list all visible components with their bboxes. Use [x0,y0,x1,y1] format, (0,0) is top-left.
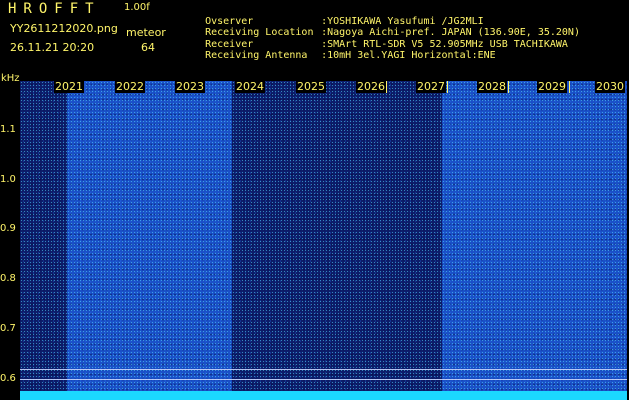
minute-label: 2021 [54,80,84,93]
minute-separator [447,81,448,93]
y-tick: 1.1 [0,124,16,135]
minute-label: 2022 [115,80,145,93]
y-tick: 1.0 [0,174,16,185]
minute-label: 2030 [595,80,625,93]
antenna-label: Receiving Antenna [205,50,308,61]
reference-line [20,369,627,370]
y-tick: 0.6 [0,373,16,384]
noise-band [20,81,67,400]
minute-label: 2027 [416,80,446,93]
signal-baseline [20,391,627,400]
datetime-label: 26.11.21 20:20 [10,41,95,54]
spectrogram-plot [20,81,627,400]
minute-label: 2024 [235,80,265,93]
frequency-unit-label: kHz [1,73,20,84]
filename-label: YY2611212020.png [10,22,118,35]
minute-label: 2028 [477,80,507,93]
reference-line [20,379,627,380]
meteor-count: 64 [141,41,155,54]
app-title: HROFFT [8,1,101,17]
noise-band [611,81,627,400]
noise-band [442,81,611,400]
antenna-value: :10mH 3el.YAGI Horizontal:ENE [321,50,496,61]
minute-separator [386,81,387,93]
minute-label: 2023 [175,80,205,93]
y-tick: 0.9 [0,223,16,234]
y-tick: 0.7 [0,323,16,334]
minute-separator [508,81,509,93]
minute-label: 2029 [537,80,567,93]
noise-band [232,81,442,400]
minute-separator [569,81,570,93]
antenna-row: Receiving Antenna :10mH 3el.YAGI Horizont… [181,41,496,71]
noise-band [67,81,232,400]
version-label: 1.00f [124,2,150,13]
meteor-label: meteor [126,26,166,39]
minute-label: 2026 [356,80,386,93]
y-tick: 0.8 [0,273,16,284]
minute-label: 2025 [296,80,326,93]
hrofft-window: HROFFT 1.00f YY2611212020.png 26.11.21 2… [0,0,629,400]
